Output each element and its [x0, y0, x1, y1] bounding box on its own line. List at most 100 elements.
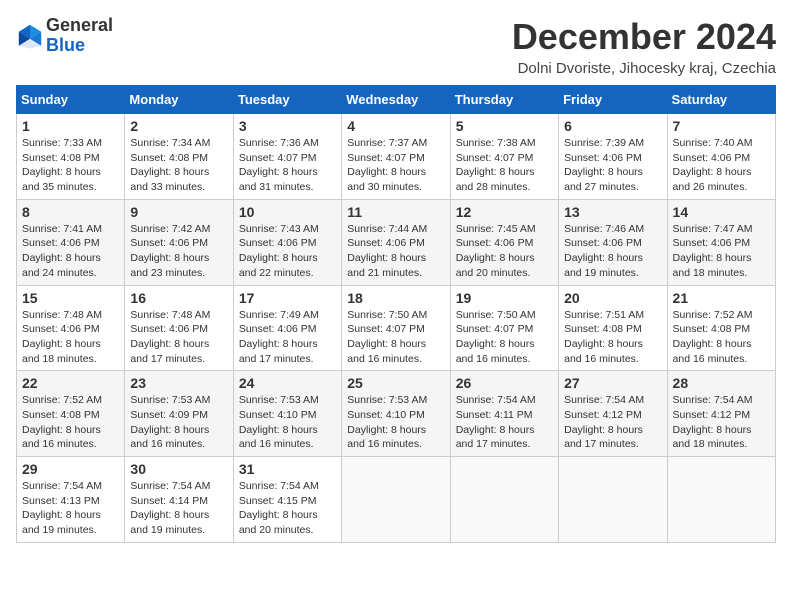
calendar-cell: 8 Sunrise: 7:41 AM Sunset: 4:06 PM Daylig…: [17, 199, 125, 285]
day-info: Sunrise: 7:48 AM Sunset: 4:06 PM Dayligh…: [22, 308, 119, 367]
day-info: Sunrise: 7:54 AM Sunset: 4:15 PM Dayligh…: [239, 479, 336, 538]
day-number: 25: [347, 375, 444, 391]
calendar-cell: 11 Sunrise: 7:44 AM Sunset: 4:06 PM Dayli…: [342, 199, 450, 285]
day-info: Sunrise: 7:36 AM Sunset: 4:07 PM Dayligh…: [239, 136, 336, 195]
day-number: 30: [130, 461, 227, 477]
logo: General Blue: [16, 16, 113, 56]
day-number: 14: [673, 204, 770, 220]
calendar-cell: 27Sunrise: 7:54 AM Sunset: 4:12 PM Dayli…: [559, 371, 667, 457]
week-row-4: 22Sunrise: 7:52 AM Sunset: 4:08 PM Dayli…: [17, 371, 776, 457]
calendar-cell: 9Sunrise: 7:42 AM Sunset: 4:06 PM Daylig…: [125, 199, 233, 285]
calendar-cell: 18 Sunrise: 7:50 AM Sunset: 4:07 PM Dayli…: [342, 285, 450, 371]
day-info: Sunrise: 7:46 AM Sunset: 4:06 PM Dayligh…: [564, 222, 661, 281]
header-row: SundayMondayTuesdayWednesdayThursdayFrid…: [17, 86, 776, 114]
day-number: 3: [239, 118, 336, 134]
calendar-cell: 30Sunrise: 7:54 AM Sunset: 4:14 PM Dayli…: [125, 457, 233, 543]
day-info: Sunrise: 7:42 AM Sunset: 4:06 PM Dayligh…: [130, 222, 227, 281]
calendar-cell: 1Sunrise: 7:33 AM Sunset: 4:08 PM Daylig…: [17, 114, 125, 200]
calendar-cell: 17 Sunrise: 7:49 AM Sunset: 4:06 PM Dayli…: [233, 285, 341, 371]
day-number: 6: [564, 118, 661, 134]
day-info: Sunrise: 7:41 AM Sunset: 4:06 PM Dayligh…: [22, 222, 119, 281]
calendar-table: SundayMondayTuesdayWednesdayThursdayFrid…: [16, 85, 776, 543]
day-number: 7: [673, 118, 770, 134]
day-number: 28: [673, 375, 770, 391]
day-info: Sunrise: 7:34 AM Sunset: 4:08 PM Dayligh…: [130, 136, 227, 195]
day-number: 26: [456, 375, 553, 391]
day-number: 31: [239, 461, 336, 477]
calendar-cell: 28 Sunrise: 7:54 AM Sunset: 4:12 PM Dayli…: [667, 371, 775, 457]
calendar-cell: [450, 457, 558, 543]
month-title: December 2024: [512, 16, 776, 58]
calendar-cell: [342, 457, 450, 543]
calendar-cell: 26 Sunrise: 7:54 AM Sunset: 4:11 PM Dayli…: [450, 371, 558, 457]
calendar-body: 1Sunrise: 7:33 AM Sunset: 4:08 PM Daylig…: [17, 114, 776, 543]
calendar-cell: 22Sunrise: 7:52 AM Sunset: 4:08 PM Dayli…: [17, 371, 125, 457]
day-number: 4: [347, 118, 444, 134]
day-number: 5: [456, 118, 553, 134]
calendar-header: SundayMondayTuesdayWednesdayThursdayFrid…: [17, 86, 776, 114]
calendar-cell: 20Sunrise: 7:51 AM Sunset: 4:08 PM Dayli…: [559, 285, 667, 371]
day-info: Sunrise: 7:52 AM Sunset: 4:08 PM Dayligh…: [673, 308, 770, 367]
day-info: Sunrise: 7:53 AM Sunset: 4:10 PM Dayligh…: [239, 393, 336, 452]
logo-blue-text: Blue: [46, 36, 113, 56]
day-info: Sunrise: 7:43 AM Sunset: 4:06 PM Dayligh…: [239, 222, 336, 281]
day-number: 23: [130, 375, 227, 391]
calendar-cell: 2 Sunrise: 7:34 AM Sunset: 4:08 PM Daylig…: [125, 114, 233, 200]
day-number: 8: [22, 204, 119, 220]
day-number: 17: [239, 290, 336, 306]
day-info: Sunrise: 7:48 AM Sunset: 4:06 PM Dayligh…: [130, 308, 227, 367]
day-info: Sunrise: 7:54 AM Sunset: 4:11 PM Dayligh…: [456, 393, 553, 452]
week-row-3: 15 Sunrise: 7:48 AM Sunset: 4:06 PM Dayli…: [17, 285, 776, 371]
week-row-1: 1Sunrise: 7:33 AM Sunset: 4:08 PM Daylig…: [17, 114, 776, 200]
day-info: Sunrise: 7:50 AM Sunset: 4:07 PM Dayligh…: [456, 308, 553, 367]
calendar-cell: 13 Sunrise: 7:46 AM Sunset: 4:06 PM Dayli…: [559, 199, 667, 285]
day-number: 20: [564, 290, 661, 306]
day-info: Sunrise: 7:45 AM Sunset: 4:06 PM Dayligh…: [456, 222, 553, 281]
day-number: 22: [22, 375, 119, 391]
day-info: Sunrise: 7:49 AM Sunset: 4:06 PM Dayligh…: [239, 308, 336, 367]
day-number: 24: [239, 375, 336, 391]
day-number: 2: [130, 118, 227, 134]
calendar-cell: 16 Sunrise: 7:48 AM Sunset: 4:06 PM Dayli…: [125, 285, 233, 371]
day-info: Sunrise: 7:44 AM Sunset: 4:06 PM Dayligh…: [347, 222, 444, 281]
calendar-cell: 6Sunrise: 7:39 AM Sunset: 4:06 PM Daylig…: [559, 114, 667, 200]
day-number: 18: [347, 290, 444, 306]
calendar-cell: 3 Sunrise: 7:36 AM Sunset: 4:07 PM Daylig…: [233, 114, 341, 200]
calendar-cell: 5 Sunrise: 7:38 AM Sunset: 4:07 PM Daylig…: [450, 114, 558, 200]
header-day-thursday: Thursday: [450, 86, 558, 114]
logo-icon: [16, 22, 44, 50]
day-info: Sunrise: 7:47 AM Sunset: 4:06 PM Dayligh…: [673, 222, 770, 281]
day-number: 29: [22, 461, 119, 477]
day-info: Sunrise: 7:53 AM Sunset: 4:09 PM Dayligh…: [130, 393, 227, 452]
calendar-cell: 4 Sunrise: 7:37 AM Sunset: 4:07 PM Daylig…: [342, 114, 450, 200]
calendar-cell: 10 Sunrise: 7:43 AM Sunset: 4:06 PM Dayli…: [233, 199, 341, 285]
header-day-monday: Monday: [125, 86, 233, 114]
calendar-cell: 12 Sunrise: 7:45 AM Sunset: 4:06 PM Dayli…: [450, 199, 558, 285]
header-day-sunday: Sunday: [17, 86, 125, 114]
day-info: Sunrise: 7:54 AM Sunset: 4:13 PM Dayligh…: [22, 479, 119, 538]
header-day-wednesday: Wednesday: [342, 86, 450, 114]
day-number: 11: [347, 204, 444, 220]
title-block: December 2024 Dolni Dvoriste, Jihocesky …: [512, 16, 776, 77]
day-info: Sunrise: 7:50 AM Sunset: 4:07 PM Dayligh…: [347, 308, 444, 367]
day-info: Sunrise: 7:37 AM Sunset: 4:07 PM Dayligh…: [347, 136, 444, 195]
header-day-friday: Friday: [559, 86, 667, 114]
page-header: General Blue December 2024 Dolni Dvorist…: [16, 16, 776, 77]
header-day-saturday: Saturday: [667, 86, 775, 114]
calendar-cell: 7 Sunrise: 7:40 AM Sunset: 4:06 PM Daylig…: [667, 114, 775, 200]
day-number: 16: [130, 290, 227, 306]
day-info: Sunrise: 7:54 AM Sunset: 4:12 PM Dayligh…: [673, 393, 770, 452]
calendar-cell: 21Sunrise: 7:52 AM Sunset: 4:08 PM Dayli…: [667, 285, 775, 371]
calendar-cell: [667, 457, 775, 543]
day-number: 15: [22, 290, 119, 306]
day-info: Sunrise: 7:38 AM Sunset: 4:07 PM Dayligh…: [456, 136, 553, 195]
day-number: 12: [456, 204, 553, 220]
calendar-cell: 25 Sunrise: 7:53 AM Sunset: 4:10 PM Dayli…: [342, 371, 450, 457]
calendar-cell: 29 Sunrise: 7:54 AM Sunset: 4:13 PM Dayli…: [17, 457, 125, 543]
day-number: 1: [22, 118, 119, 134]
day-number: 13: [564, 204, 661, 220]
day-info: Sunrise: 7:53 AM Sunset: 4:10 PM Dayligh…: [347, 393, 444, 452]
day-number: 10: [239, 204, 336, 220]
day-info: Sunrise: 7:40 AM Sunset: 4:06 PM Dayligh…: [673, 136, 770, 195]
calendar-cell: 15 Sunrise: 7:48 AM Sunset: 4:06 PM Dayli…: [17, 285, 125, 371]
